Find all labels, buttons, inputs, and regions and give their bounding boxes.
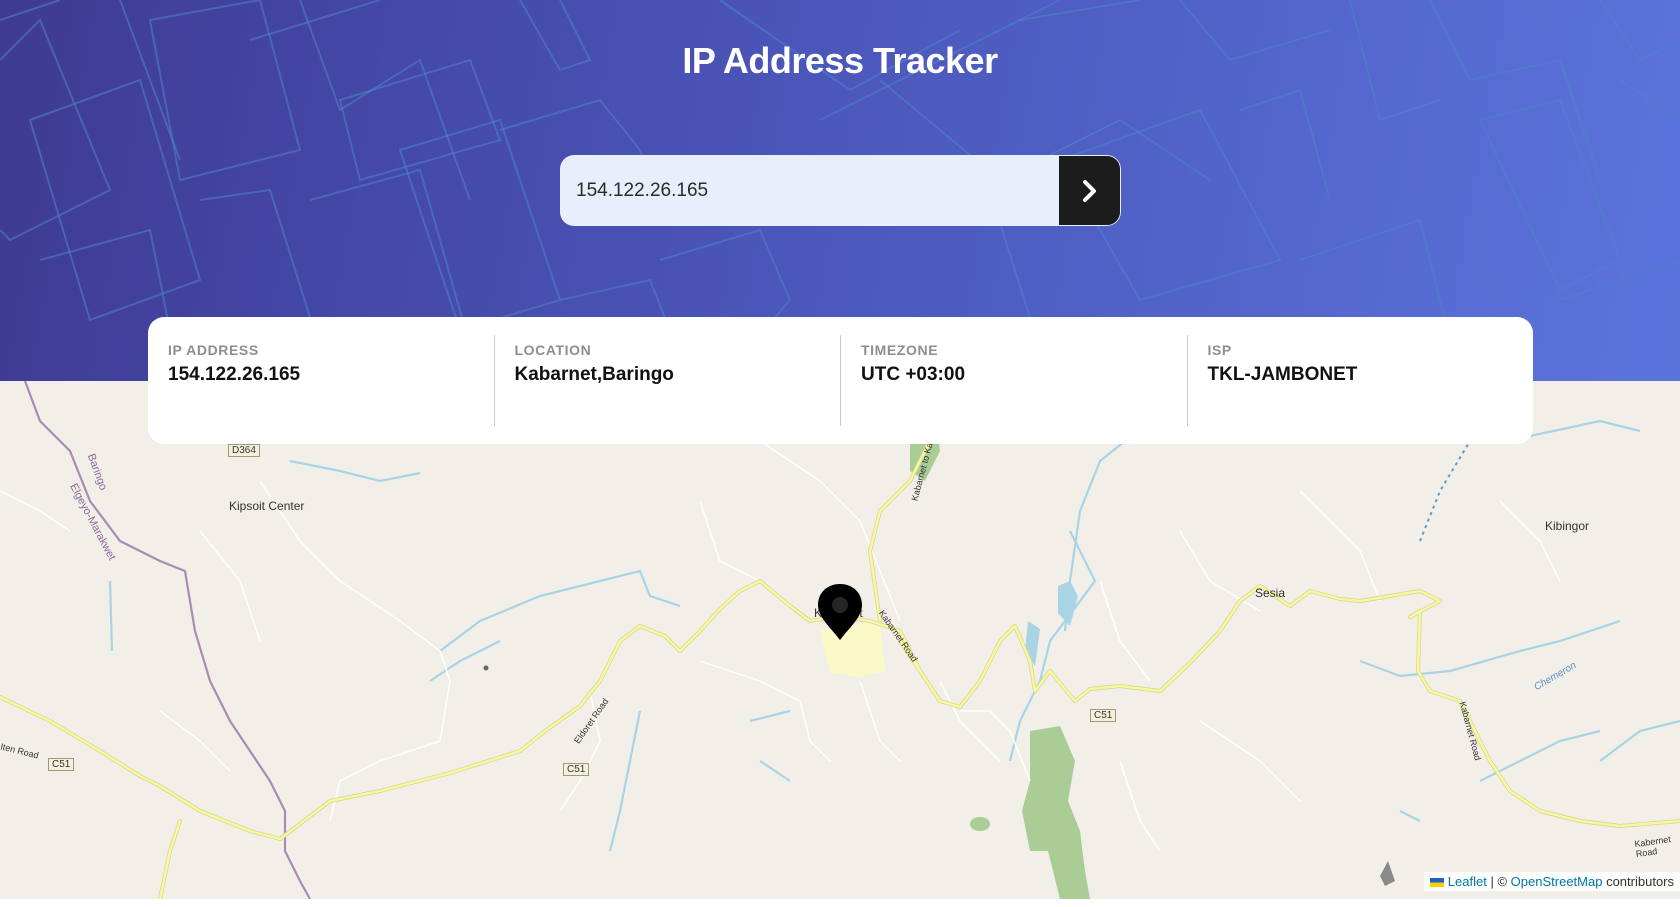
location-pin-icon[interactable] (816, 583, 864, 641)
isp-label: ISP (1207, 342, 1232, 358)
ip-address-cell: IP ADDRESS 154.122.26.165 (148, 335, 494, 426)
attribution-contributors: contributors (1606, 874, 1674, 889)
location-cell: LOCATION Kabarnet,Baringo (493, 335, 841, 426)
timezone-cell: TIMEZONE UTC +03:00 (840, 335, 1187, 426)
road-badge: D364 (228, 444, 260, 457)
place-label: Sesia (1255, 586, 1286, 600)
ip-address-label: IP ADDRESS (168, 342, 259, 358)
ip-search-form (560, 155, 1121, 226)
isp-value: TKL-JAMBONET (1207, 364, 1358, 385)
road-badge: C51 (563, 763, 590, 776)
search-submit-button[interactable] (1058, 155, 1121, 226)
ip-address-value: 154.122.26.165 (168, 364, 301, 385)
place-label: Kibingor (1545, 519, 1590, 533)
location-value: Kabarnet,Baringo (514, 364, 674, 385)
timezone-value: UTC +03:00 (861, 364, 966, 385)
county-boundary (23, 381, 311, 899)
map-attribution: Leaflet | © OpenStreetMap contributors (1423, 872, 1680, 891)
place-label: Kipsoit Center (229, 499, 305, 513)
chevron-right-icon (1082, 179, 1096, 202)
road-badge: C51 (1090, 709, 1117, 722)
road-badge: C51 (48, 758, 75, 771)
ukraine-flag-icon (1429, 878, 1444, 888)
attribution-separator: | © (1490, 874, 1508, 889)
page-bottom (0, 899, 1680, 907)
openstreetmap-link[interactable]: OpenStreetMap (1511, 874, 1603, 889)
location-label: LOCATION (514, 342, 592, 358)
timezone-label: TIMEZONE (861, 342, 939, 358)
isp-cell: ISP TKL-JAMBONET (1186, 335, 1534, 426)
ip-info-panel: IP ADDRESS 154.122.26.165 LOCATION Kabar… (148, 317, 1533, 444)
leaflet-link[interactable]: Leaflet (1448, 874, 1487, 889)
page-title: IP Address Tracker (682, 40, 998, 81)
forest-areas (910, 411, 1090, 899)
ip-search-input[interactable] (560, 155, 1058, 226)
